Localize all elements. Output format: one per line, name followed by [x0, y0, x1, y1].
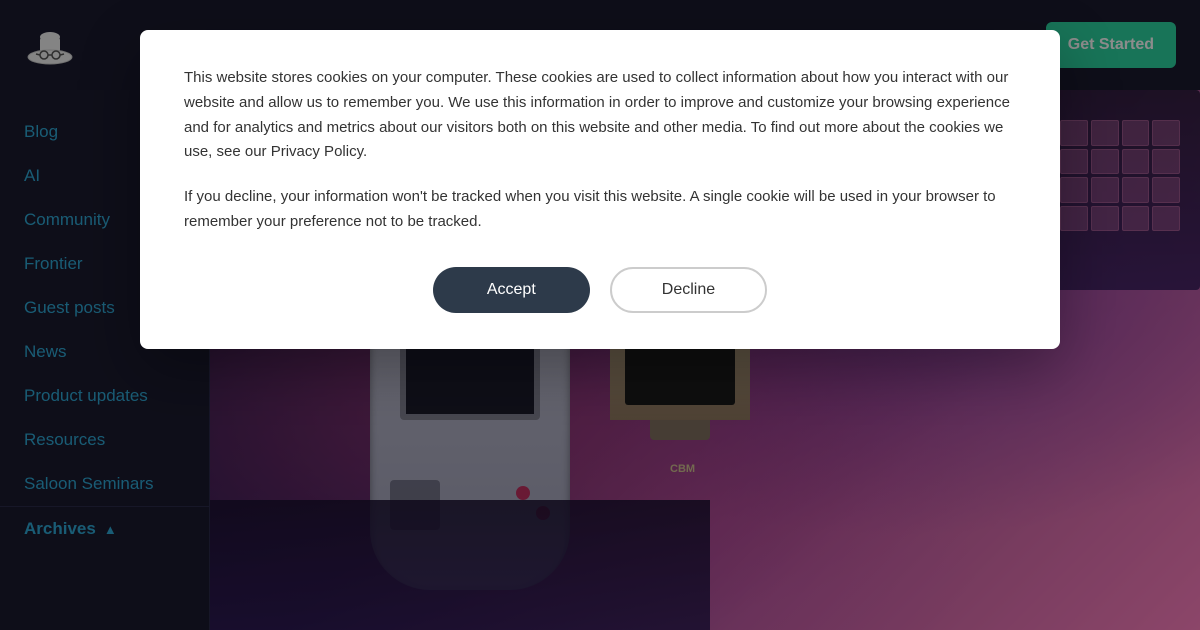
decline-button[interactable]: Decline: [610, 267, 767, 313]
accept-button[interactable]: Accept: [433, 267, 590, 313]
cookie-text-secondary: If you decline, your information won't b…: [184, 185, 1016, 235]
modal-backdrop: This website stores cookies on your comp…: [0, 0, 1200, 630]
cookie-text-main: This website stores cookies on your comp…: [184, 66, 1016, 165]
cookie-actions: Accept Decline: [184, 267, 1016, 313]
cookie-modal: This website stores cookies on your comp…: [140, 30, 1060, 349]
